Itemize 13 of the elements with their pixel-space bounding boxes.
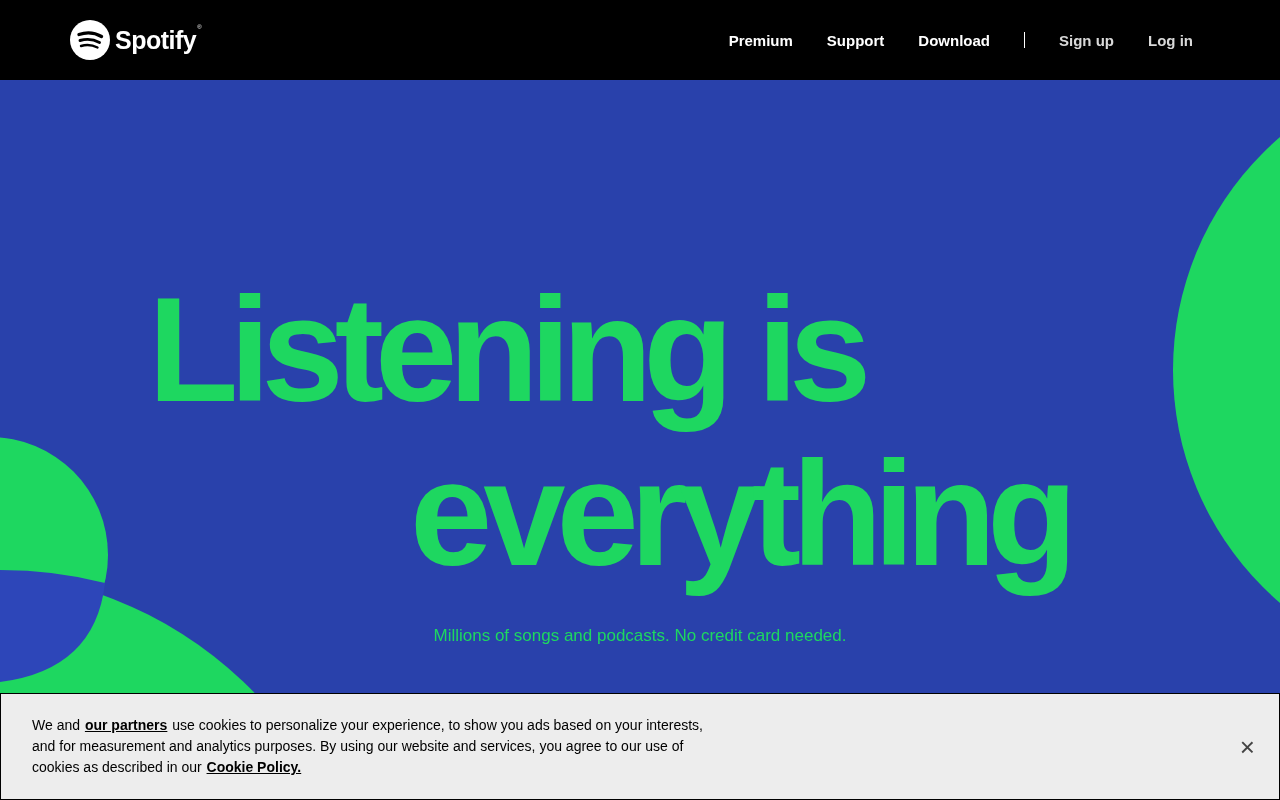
cookie-notice: We and our partners use cookies to personalize your experience, to show you ads based on your interests, and for measurement and analytics purposes. By using our website and services, you agree to our use of cookies as described in our Cookie Policy. <box>32 716 704 777</box>
logo-icon <box>70 20 110 60</box>
nav-link[interactable]: Support <box>809 23 902 57</box>
headline: Listening is everything <box>148 268 1069 596</box>
nav-link[interactable]: Sign up <box>1042 23 1131 57</box>
nav-link[interactable]: Download <box>901 23 1007 57</box>
nav-link[interactable]: Premium <box>711 23 810 57</box>
policy-link[interactable]: our partners <box>84 717 168 733</box>
close-button[interactable]: × <box>1235 733 1259 760</box>
nav-link[interactable]: Log in <box>1131 23 1210 57</box>
logo-wordmark[interactable]: Spotify <box>115 25 197 55</box>
policy-link[interactable]: Cookie Policy. <box>206 759 302 775</box>
subtitle: Millions of songs and podcasts. No credit card needed. <box>433 626 847 646</box>
